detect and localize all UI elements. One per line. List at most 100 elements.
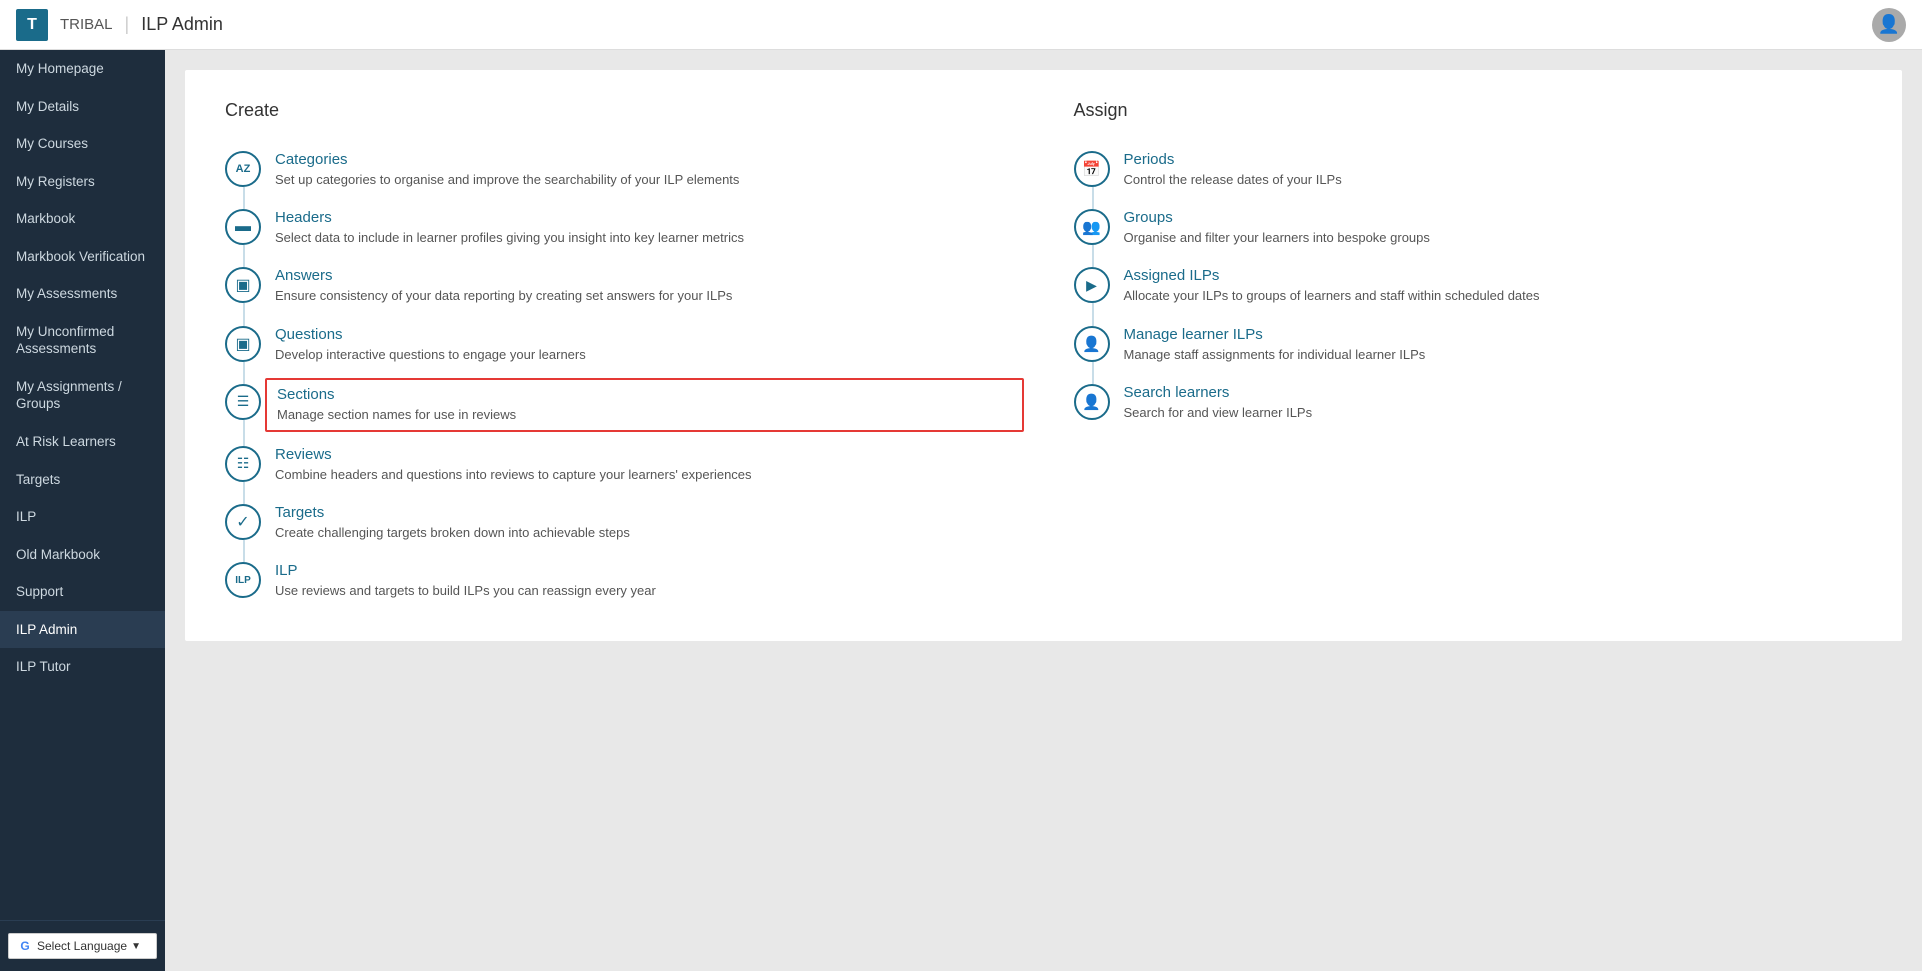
timeline-item-answers: ▣ Answers Ensure consistency of your dat… bbox=[225, 257, 1014, 315]
timeline-item-categories: AZ Categories Set up categories to organ… bbox=[225, 141, 1014, 199]
reviews-desc: Combine headers and questions into revie… bbox=[275, 466, 1014, 484]
categories-icon: AZ bbox=[225, 151, 261, 187]
sidebar-item-ilp-tutor[interactable]: ILP Tutor bbox=[0, 648, 165, 686]
search-learners-link[interactable]: Search learners bbox=[1124, 384, 1863, 401]
sidebar-item-my-assignments-groups[interactable]: My Assignments / Groups bbox=[0, 368, 165, 423]
questions-content: Questions Develop interactive questions … bbox=[275, 326, 1014, 364]
periods-link[interactable]: Periods bbox=[1124, 151, 1863, 168]
headers-link[interactable]: Headers bbox=[275, 209, 1014, 226]
sections-link[interactable]: Sections bbox=[277, 386, 1012, 403]
search-learners-icon: 👤 bbox=[1074, 384, 1110, 420]
assigned-ilps-link[interactable]: Assigned ILPs bbox=[1124, 267, 1863, 284]
manage-learner-ilps-icon: 👤 bbox=[1074, 326, 1110, 362]
sections-icon: ☰ bbox=[225, 384, 261, 420]
assign-timeline: 📅 Periods Control the release dates of y… bbox=[1074, 141, 1863, 432]
groups-icon: 👥 bbox=[1074, 209, 1110, 245]
sidebar-item-ilp-admin[interactable]: ILP Admin bbox=[0, 611, 165, 649]
select-language-label: Select Language bbox=[37, 939, 127, 953]
periods-icon: 📅 bbox=[1074, 151, 1110, 187]
brand-name: TRIBAL bbox=[60, 16, 113, 33]
timeline-item-questions: ▣ Questions Develop interactive question… bbox=[225, 316, 1014, 374]
timeline-item-ilp: ILP ILP Use reviews and targets to build… bbox=[225, 552, 1014, 610]
timeline-item-groups: 👥 Groups Organise and filter your learne… bbox=[1074, 199, 1863, 257]
sidebar-item-targets[interactable]: Targets bbox=[0, 461, 165, 499]
reviews-link[interactable]: Reviews bbox=[275, 446, 1014, 463]
targets-desc: Create challenging targets broken down i… bbox=[275, 524, 1014, 542]
timeline-item-sections: ☰ Sections Manage section names for use … bbox=[225, 374, 1014, 436]
sidebar-nav: My Homepage My Details My Courses My Reg… bbox=[0, 50, 165, 686]
sidebar: My Homepage My Details My Courses My Reg… bbox=[0, 50, 165, 971]
sections-content: Sections Manage section names for use in… bbox=[265, 378, 1024, 432]
periods-content: Periods Control the release dates of you… bbox=[1124, 151, 1863, 189]
headers-content: Headers Select data to include in learne… bbox=[275, 209, 1014, 247]
answers-desc: Ensure consistency of your data reportin… bbox=[275, 287, 1014, 305]
sidebar-item-old-markbook[interactable]: Old Markbook bbox=[0, 536, 165, 574]
answers-link[interactable]: Answers bbox=[275, 267, 1014, 284]
timeline-item-reviews: ☷ Reviews Combine headers and questions … bbox=[225, 436, 1014, 494]
sidebar-item-my-details[interactable]: My Details bbox=[0, 88, 165, 126]
manage-learner-ilps-link[interactable]: Manage learner ILPs bbox=[1124, 326, 1863, 343]
header: T TRIBAL | ILP Admin 👤 bbox=[0, 0, 1922, 50]
timeline-item-headers: ▬ Headers Select data to include in lear… bbox=[225, 199, 1014, 257]
timeline-item-manage-learner-ilps: 👤 Manage learner ILPs Manage staff assig… bbox=[1074, 316, 1863, 374]
search-learners-desc: Search for and view learner ILPs bbox=[1124, 404, 1863, 422]
groups-desc: Organise and filter your learners into b… bbox=[1124, 229, 1863, 247]
chevron-down-icon: ▼ bbox=[131, 941, 141, 952]
manage-learner-ilps-content: Manage learner ILPs Manage staff assignm… bbox=[1124, 326, 1863, 364]
targets-content: Targets Create challenging targets broke… bbox=[275, 504, 1014, 542]
timeline-item-periods: 📅 Periods Control the release dates of y… bbox=[1074, 141, 1863, 199]
answers-content: Answers Ensure consistency of your data … bbox=[275, 267, 1014, 305]
sidebar-item-my-assessments[interactable]: My Assessments bbox=[0, 275, 165, 313]
groups-link[interactable]: Groups bbox=[1124, 209, 1863, 226]
search-learners-content: Search learners Search for and view lear… bbox=[1124, 384, 1863, 422]
ilp-content: ILP Use reviews and targets to build ILP… bbox=[275, 562, 1014, 600]
ilp-desc: Use reviews and targets to build ILPs yo… bbox=[275, 582, 1014, 600]
sidebar-item-at-risk-learners[interactable]: At Risk Learners bbox=[0, 423, 165, 461]
targets-link[interactable]: Targets bbox=[275, 504, 1014, 521]
sidebar-item-my-courses[interactable]: My Courses bbox=[0, 125, 165, 163]
ilp-link[interactable]: ILP bbox=[275, 562, 1014, 579]
targets-icon: ✓ bbox=[225, 504, 261, 540]
headers-icon: ▬ bbox=[225, 209, 261, 245]
sidebar-item-support[interactable]: Support bbox=[0, 573, 165, 611]
assign-column: Assign 📅 Periods Control the release dat… bbox=[1074, 100, 1863, 611]
tribal-logo-icon: T bbox=[16, 9, 48, 41]
header-divider: | bbox=[125, 14, 130, 35]
timeline-item-targets: ✓ Targets Create challenging targets bro… bbox=[225, 494, 1014, 552]
groups-content: Groups Organise and filter your learners… bbox=[1124, 209, 1863, 247]
categories-desc: Set up categories to organise and improv… bbox=[275, 171, 1014, 189]
ilp-icon: ILP bbox=[225, 562, 261, 598]
sidebar-item-my-unconfirmed-assessments[interactable]: My Unconfirmed Assessments bbox=[0, 313, 165, 368]
page-title: ILP Admin bbox=[141, 14, 223, 35]
reviews-content: Reviews Combine headers and questions in… bbox=[275, 446, 1014, 484]
create-title: Create bbox=[225, 100, 1014, 121]
headers-desc: Select data to include in learner profil… bbox=[275, 229, 1014, 247]
sidebar-item-markbook-verification[interactable]: Markbook Verification bbox=[0, 238, 165, 276]
categories-link[interactable]: Categories bbox=[275, 151, 1014, 168]
questions-desc: Develop interactive questions to engage … bbox=[275, 346, 1014, 364]
categories-content: Categories Set up categories to organise… bbox=[275, 151, 1014, 189]
select-language-button[interactable]: G Select Language ▼ bbox=[8, 933, 157, 959]
create-column: Create AZ Categories Set up categories t… bbox=[225, 100, 1014, 611]
manage-learner-ilps-desc: Manage staff assignments for individual … bbox=[1124, 346, 1863, 364]
avatar[interactable]: 👤 bbox=[1872, 8, 1906, 42]
questions-link[interactable]: Questions bbox=[275, 326, 1014, 343]
timeline-item-search-learners: 👤 Search learners Search for and view le… bbox=[1074, 374, 1863, 432]
main-layout: My Homepage My Details My Courses My Reg… bbox=[0, 50, 1922, 971]
content-card: Create AZ Categories Set up categories t… bbox=[185, 70, 1902, 641]
reviews-icon: ☷ bbox=[225, 446, 261, 482]
create-timeline: AZ Categories Set up categories to organ… bbox=[225, 141, 1014, 611]
google-icon: G bbox=[17, 938, 33, 954]
sidebar-item-ilp[interactable]: ILP bbox=[0, 498, 165, 536]
content-area: Create AZ Categories Set up categories t… bbox=[165, 50, 1922, 971]
answers-icon: ▣ bbox=[225, 267, 261, 303]
sidebar-item-my-registers[interactable]: My Registers bbox=[0, 163, 165, 201]
header-left: T TRIBAL | ILP Admin bbox=[16, 9, 223, 41]
questions-icon: ▣ bbox=[225, 326, 261, 362]
sidebar-item-my-homepage[interactable]: My Homepage bbox=[0, 50, 165, 88]
sections-desc: Manage section names for use in reviews bbox=[277, 406, 1012, 424]
sidebar-item-markbook[interactable]: Markbook bbox=[0, 200, 165, 238]
assign-title: Assign bbox=[1074, 100, 1863, 121]
assigned-ilps-icon: ▶ bbox=[1074, 267, 1110, 303]
assigned-ilps-desc: Allocate your ILPs to groups of learners… bbox=[1124, 287, 1863, 305]
